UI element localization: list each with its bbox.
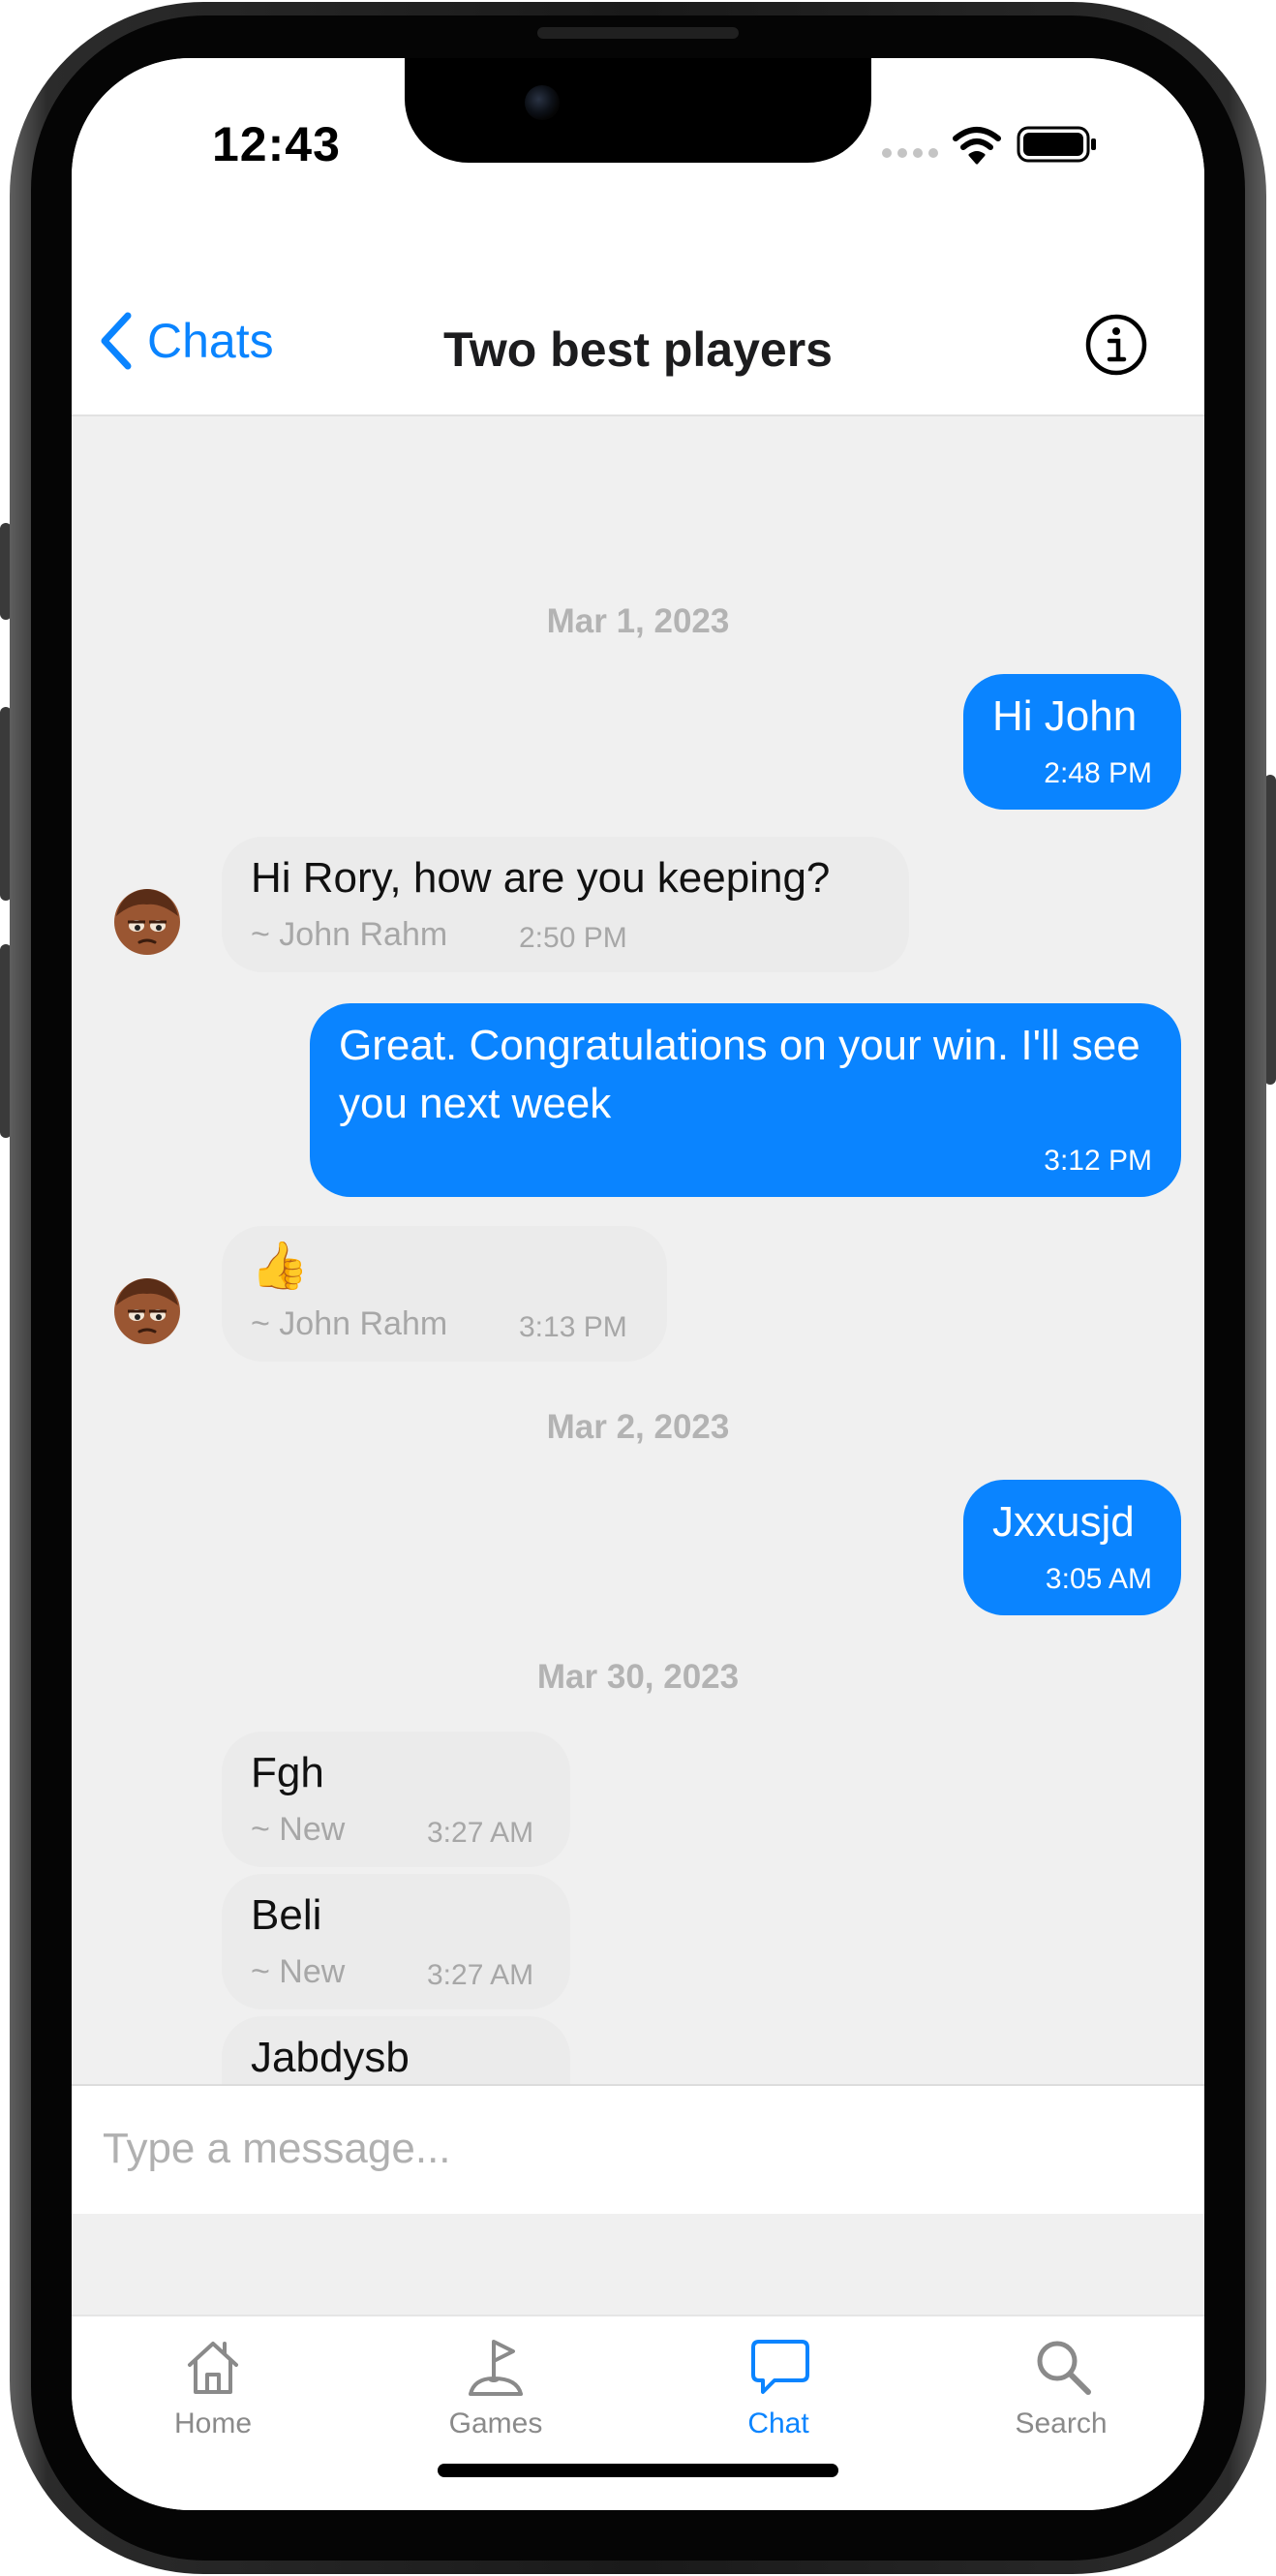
incoming-message[interactable]: Jabdysb [222,2016,570,2084]
tab-label: Games [448,2407,543,2439]
notch [405,58,871,163]
message-composer [72,2084,1204,2214]
device-stage: 12:43 Chats Two best players Mar 1, 2023… [0,0,1276,2576]
message-input[interactable] [101,2109,1170,2189]
outgoing-message[interactable]: Jxxusjd 3:05 AM [963,1480,1181,1615]
date-separator: Mar 1, 2023 [546,602,730,640]
chat-title: Two best players [443,322,833,377]
chat-bubble-icon [751,2340,809,2394]
wifi-icon [953,127,1001,165]
magnifier-icon [1037,2341,1091,2395]
message-list[interactable]: Mar 1, 2023 Hi John 2:48 PM Hi Rory, how… [72,416,1204,2084]
cellular-signal-icon [882,148,938,158]
golf-flag-icon [469,2340,523,2396]
message-text: Jabdysb [251,2034,410,2081]
tab-chat[interactable]: Chat [637,2316,920,2452]
tab-label: Home [173,2407,253,2439]
avatar [114,1278,180,1344]
message-text: Fgh [251,1749,324,1796]
tab-label: Chat [747,2407,809,2439]
date-separator: Mar 2, 2023 [546,1408,730,1446]
home-indicator[interactable] [438,2464,838,2477]
tab-home[interactable]: Home [72,2316,354,2452]
tab-games[interactable]: Games [354,2316,637,2452]
message-time: 3:12 PM [1044,1145,1152,1177]
message-sender: ~ John Rahm [251,916,448,953]
composer-spacer [72,2214,1204,2315]
message-text: Hi John [992,692,1138,740]
navigation-bar: Chats Two best players [72,213,1204,416]
status-time: 12:43 [212,117,341,171]
battery-icon [1017,126,1096,163]
message-time: 3:27 AM [427,1817,534,1849]
message-sender: ~ John Rahm [251,1305,448,1342]
message-time: 2:48 PM [1044,757,1152,789]
status-icons [881,124,1123,167]
message-text: 👍 [251,1241,309,1292]
message-text: Hi Rory, how are you keeping? [251,854,831,902]
date-separator: Mar 30, 2023 [536,1658,740,1696]
message-text: Great. Congratulations on your win. I'll… [339,1022,1140,1127]
message-time: 3:13 PM [519,1311,627,1343]
message-sender: ~ New [251,1811,346,1848]
incoming-message[interactable]: 👍 ~ John Rahm 3:13 PM [222,1226,667,1362]
info-icon [1085,314,1147,376]
message-sender: ~ New [251,1953,346,1990]
incoming-message[interactable]: Beli ~ New 3:27 AM [222,1874,570,2009]
earpiece-speaker [537,27,739,39]
front-camera [525,85,560,120]
message-time: 3:05 AM [1045,1563,1152,1595]
avatar [114,889,180,955]
outgoing-message[interactable]: Great. Congratulations on your win. I'll… [310,1003,1181,1197]
tab-search[interactable]: Search [920,2316,1202,2452]
incoming-message[interactable]: Hi Rory, how are you keeping? ~ John Rah… [222,837,909,972]
message-text: Beli [251,1891,322,1939]
message-text: Jxxusjd [992,1498,1135,1546]
outgoing-message[interactable]: Hi John 2:48 PM [963,674,1181,810]
house-icon [188,2342,238,2394]
tab-label: Search [1015,2407,1108,2439]
incoming-message[interactable]: Fgh ~ New 3:27 AM [222,1732,570,1867]
info-button[interactable] [1084,313,1148,382]
message-time: 2:50 PM [519,922,627,954]
phone-screen: 12:43 Chats Two best players Mar 1, 2023… [72,58,1204,2510]
message-time: 3:27 AM [427,1959,534,1991]
tab-bar: Home Games Chat Search [72,2315,1204,2510]
